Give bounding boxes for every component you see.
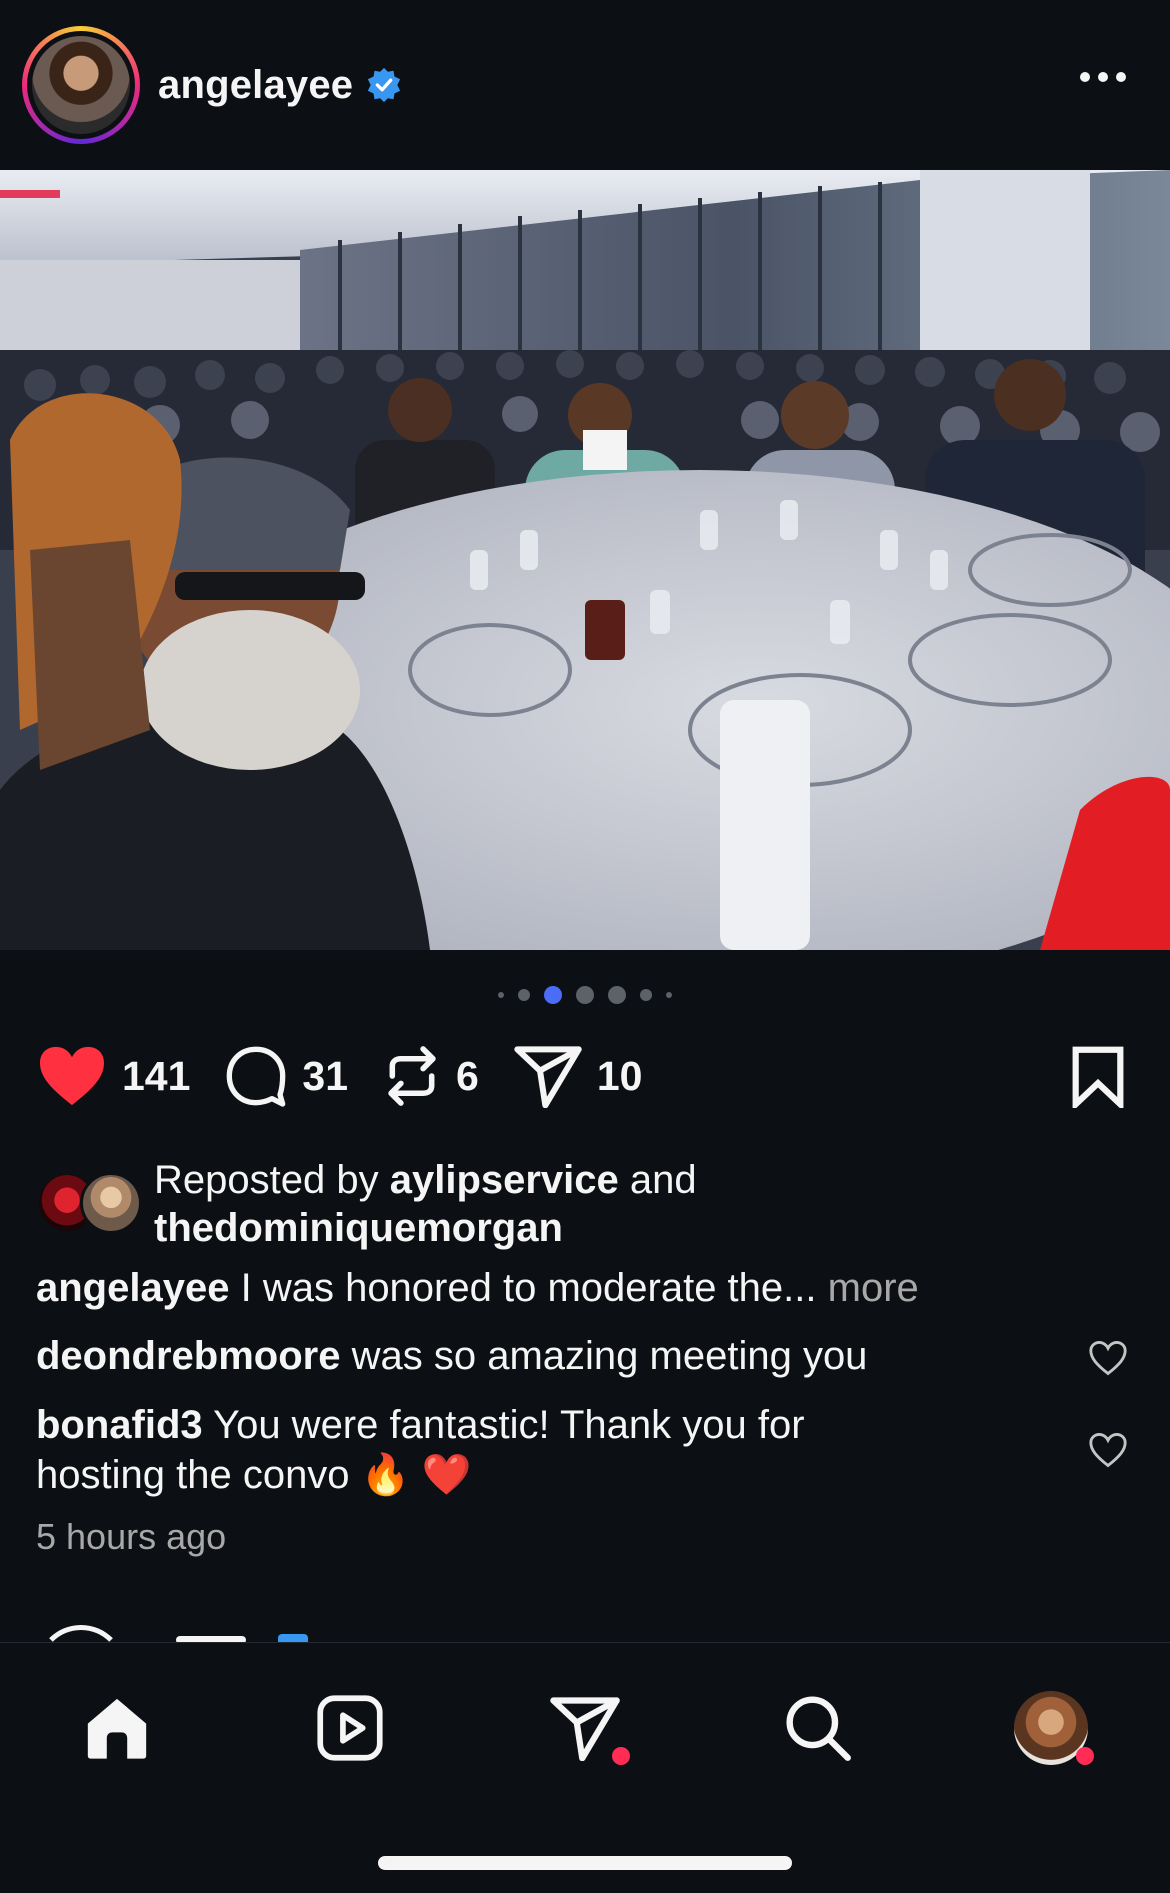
comment-button[interactable]: 31 xyxy=(224,1044,348,1108)
post-header: angelayee xyxy=(0,0,1170,170)
repost-button[interactable]: 6 xyxy=(382,1044,479,1108)
comment-text: You were fantastic! Thank you for xyxy=(213,1403,805,1447)
post-photo[interactable] xyxy=(0,170,1170,950)
bookmark-icon[interactable] xyxy=(1070,1046,1126,1108)
comment-username[interactable]: deondrebmoore xyxy=(36,1334,340,1378)
home-icon xyxy=(87,1698,147,1759)
home-indicator[interactable] xyxy=(378,1856,792,1870)
reposted-by-row[interactable]: Reposted by aylipservice and thedominiqu… xyxy=(36,1156,1136,1252)
tab-profile[interactable] xyxy=(1006,1683,1096,1773)
notification-dot xyxy=(1076,1747,1094,1765)
tab-messages[interactable] xyxy=(540,1683,630,1773)
comment-item[interactable]: deondrebmoore was so amazing meeting you xyxy=(36,1331,867,1381)
carousel-dot xyxy=(576,986,594,1004)
like-button[interactable]: 141 xyxy=(36,1044,190,1108)
reels-icon xyxy=(317,1695,383,1761)
caption-text: I was honored to moderate the... xyxy=(240,1266,817,1310)
bottom-tab-bar xyxy=(0,1642,1170,1893)
carousel-indicator xyxy=(0,986,1170,1004)
carousel-dot xyxy=(608,986,626,1004)
carousel-dot xyxy=(666,992,672,998)
comment-like-icon[interactable] xyxy=(1088,1340,1128,1376)
reposted-by-text: Reposted by aylipservice and thedominiqu… xyxy=(154,1158,697,1250)
verified-badge-icon xyxy=(368,67,401,103)
tab-reels[interactable] xyxy=(305,1683,395,1773)
caption[interactable]: angelayee I was honored to moderate the.… xyxy=(36,1263,919,1313)
caption-more-link[interactable]: more xyxy=(828,1266,919,1310)
carousel-dot-active xyxy=(544,986,562,1004)
comment-count[interactable]: 31 xyxy=(302,1053,348,1100)
share-button[interactable]: 10 xyxy=(513,1044,643,1108)
comment-like-icon[interactable] xyxy=(1088,1432,1128,1468)
tab-home[interactable] xyxy=(72,1683,162,1773)
caption-username[interactable]: angelayee xyxy=(36,1266,229,1310)
heart-filled-icon xyxy=(40,1046,104,1106)
tab-search[interactable] xyxy=(773,1683,863,1773)
author-username[interactable]: angelayee xyxy=(158,63,353,108)
comment-text: was so amazing meeting you xyxy=(351,1334,868,1378)
carousel-dot xyxy=(640,989,652,1001)
repost-avatars xyxy=(36,1172,144,1236)
instagram-post-screen: angelayee 141 31 6 10 Reposted by aylips… xyxy=(0,0,1170,1893)
notification-dot xyxy=(612,1747,630,1765)
comment-item[interactable]: bonafid3 You were fantastic! Thank you f… xyxy=(36,1400,805,1500)
story-ring[interactable] xyxy=(22,26,140,144)
comment-username[interactable]: bonafid3 xyxy=(36,1403,203,1447)
send-icon xyxy=(514,1046,582,1108)
repost-user-1[interactable]: aylipservice xyxy=(390,1158,619,1202)
more-options-icon[interactable] xyxy=(1080,72,1126,82)
post-timestamp: 5 hours ago xyxy=(36,1516,227,1557)
event-photo-illustration xyxy=(0,170,1170,950)
like-count[interactable]: 141 xyxy=(122,1053,190,1100)
comment-icon xyxy=(227,1046,286,1107)
post-actions-bar: 141 31 6 10 xyxy=(36,1040,676,1112)
comment-text-continued: hosting the convo 🔥 ❤️ xyxy=(36,1453,472,1497)
messages-icon xyxy=(550,1697,620,1761)
carousel-dot xyxy=(518,989,530,1001)
avatar xyxy=(80,1172,142,1234)
author-avatar[interactable] xyxy=(32,36,130,134)
share-count[interactable]: 10 xyxy=(597,1053,643,1100)
carousel-dot xyxy=(498,992,504,998)
repost-user-2[interactable]: thedominiquemorgan xyxy=(154,1206,563,1250)
search-icon xyxy=(786,1696,851,1761)
repost-icon xyxy=(388,1046,436,1106)
repost-count[interactable]: 6 xyxy=(456,1053,479,1100)
